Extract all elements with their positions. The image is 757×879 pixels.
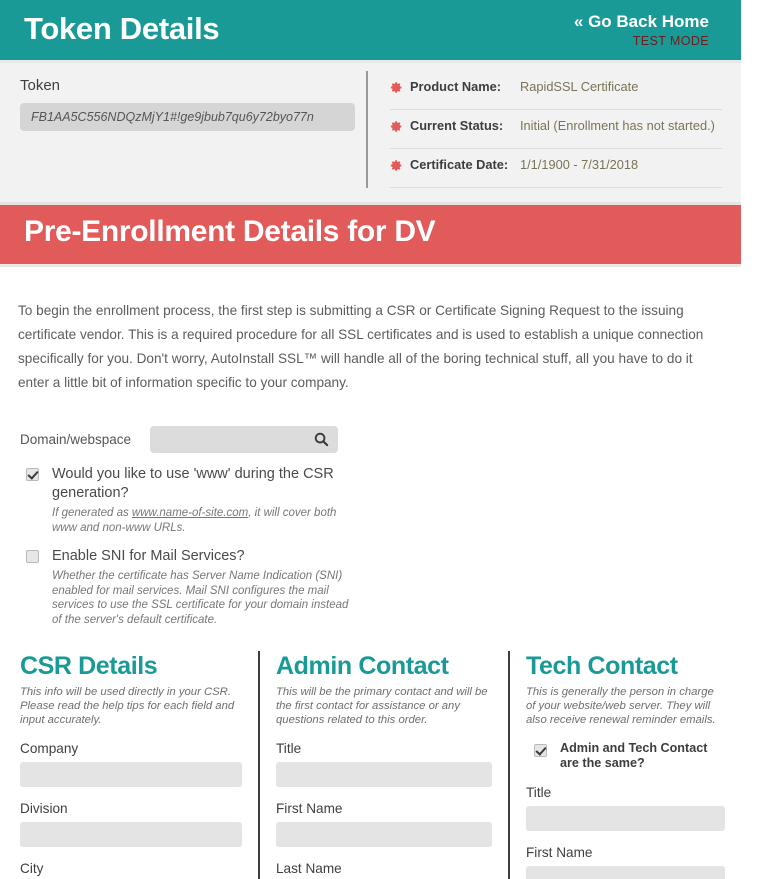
domain-input[interactable]: [150, 426, 338, 454]
contact-columns: CSR Details This info will be used direc…: [0, 651, 741, 879]
column-admin-contact: Admin Contact This will be the primary c…: [258, 651, 508, 879]
option-title: Would you like to use 'www' during the C…: [52, 466, 334, 502]
domain-row: Domain/webspace: [0, 412, 741, 454]
admin-first-name-input[interactable]: [276, 822, 492, 848]
field-label: Title: [276, 741, 302, 757]
info-value: Initial (Enrollment has not started.): [520, 118, 715, 133]
field-label: Company: [20, 741, 79, 757]
option-title: Admin and Tech Contact are the same?: [560, 741, 708, 771]
info-value: 1/1/1900 - 7/31/2018: [520, 157, 639, 172]
option-help: If generated as www.name-of-site.com, it…: [52, 506, 357, 535]
token-label: Token: [20, 77, 61, 94]
field-city: City: [20, 861, 242, 879]
option-text: Admin and Tech Contact are the same?: [560, 741, 720, 771]
field-division: Division: [20, 801, 242, 848]
page-header: Token Details « Go Back Home TEST MODE: [0, 0, 741, 63]
field-tech-first-name: First Name: [526, 845, 725, 879]
column-description: This info will be used directly in your …: [20, 686, 235, 727]
option-text: Would you like to use 'www' during the C…: [52, 465, 382, 535]
page-title: Token Details: [24, 11, 220, 46]
info-key: Current Status:: [410, 118, 504, 133]
option-help-before: If generated as: [52, 507, 132, 520]
info-row-product-name: Product Name: RapidSSL Certificate: [390, 71, 722, 110]
option-admin-tech-same[interactable]: Admin and Tech Contact are the same?: [526, 741, 725, 771]
field-admin-first-name: First Name: [276, 801, 492, 848]
field-company: Company: [20, 741, 242, 788]
tech-title-input[interactable]: [526, 806, 725, 832]
option-www-csr[interactable]: Would you like to use 'www' during the C…: [0, 453, 741, 535]
token-value: FB1AA5C556NDQzMjY1#!ge9jbub7qu6y72byo77n: [20, 103, 355, 131]
option-text: Enable SNI for Mail Services? Whether th…: [52, 547, 357, 627]
info-key: Certificate Date:: [410, 157, 509, 172]
field-label: Last Name: [276, 861, 342, 877]
field-label: First Name: [276, 801, 343, 817]
token-details-strip: Token FB1AA5C556NDQzMjY1#!ge9jbub7qu6y72…: [0, 63, 741, 205]
field-tech-title: Title: [526, 785, 725, 832]
option-help: Whether the certificate has Server Name …: [52, 570, 349, 626]
www-csr-checkbox[interactable]: [26, 468, 39, 482]
section-banner-title: Pre-Enrollment Details for DV: [24, 215, 436, 248]
admin-tech-same-checkbox[interactable]: [534, 744, 547, 758]
field-label: Title: [526, 785, 552, 801]
info-value: RapidSSL Certificate: [520, 79, 639, 94]
admin-title-input[interactable]: [276, 762, 492, 788]
column-tech-contact: Tech Contact This is generally the perso…: [508, 651, 741, 879]
field-label: First Name: [526, 845, 593, 861]
field-label: City: [20, 861, 44, 877]
go-back-home-link[interactable]: « Go Back Home: [574, 12, 709, 32]
info-row-certificate-date: Certificate Date: 1/1/1900 - 7/31/2018: [390, 149, 722, 188]
option-title: Enable SNI for Mail Services?: [52, 548, 245, 565]
column-heading: CSR Details: [20, 652, 158, 681]
company-input[interactable]: [20, 762, 242, 788]
info-row-current-status: Current Status: Initial (Enrollment has …: [390, 110, 722, 149]
column-description: This is generally the person in charge o…: [526, 686, 716, 727]
field-admin-title: Title: [276, 741, 492, 788]
gear-icon: [390, 160, 402, 171]
search-icon[interactable]: [313, 431, 330, 448]
certificate-info-list: Product Name: RapidSSL Certificate Curre…: [366, 71, 722, 188]
sni-mail-checkbox[interactable]: [26, 550, 39, 564]
token-block: Token FB1AA5C556NDQzMjY1#!ge9jbub7qu6y72…: [20, 77, 355, 131]
header-actions: « Go Back Home TEST MODE: [574, 12, 709, 50]
domain-label: Domain/webspace: [20, 432, 132, 448]
section-banner: Pre-Enrollment Details for DV: [0, 205, 741, 267]
domain-field[interactable]: [150, 426, 338, 454]
test-mode-badge: TEST MODE: [632, 34, 709, 48]
field-admin-last-name: Last Name: [276, 861, 492, 879]
field-label: Division: [20, 801, 68, 817]
gear-icon: [390, 82, 402, 93]
column-description: This will be the primary contact and wil…: [276, 686, 488, 727]
division-input[interactable]: [20, 822, 242, 848]
option-sni-mail[interactable]: Enable SNI for Mail Services? Whether th…: [0, 535, 741, 627]
info-key: Product Name:: [410, 79, 502, 94]
example-domain-link[interactable]: www.name-of-site.com: [132, 507, 248, 519]
tech-first-name-input[interactable]: [526, 866, 725, 879]
intro-paragraph: To begin the enrollment process, the fir…: [18, 302, 704, 390]
gear-icon: [390, 121, 402, 132]
column-heading: Tech Contact: [526, 652, 678, 681]
column-csr-details: CSR Details This info will be used direc…: [20, 651, 258, 879]
column-heading: Admin Contact: [276, 652, 449, 681]
page-root: Token Details « Go Back Home TEST MODE T…: [0, 0, 741, 879]
